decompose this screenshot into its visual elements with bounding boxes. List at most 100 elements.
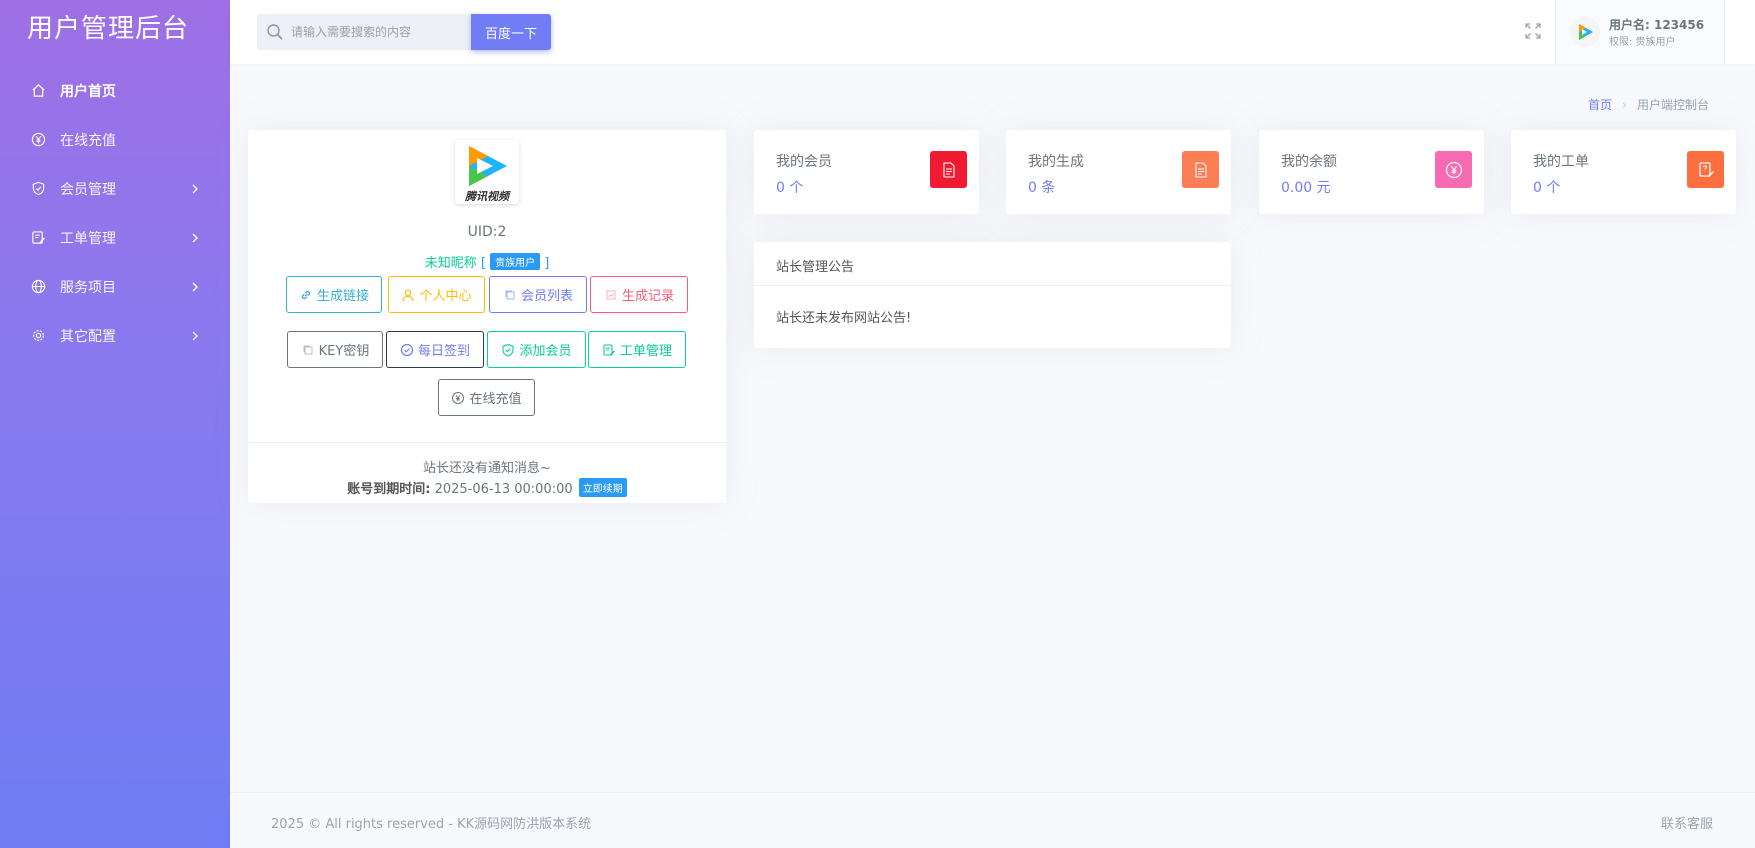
sidebar: 用户管理后台 用户首页 在线充值 会员管理 工单管理 服务项目 其它配置	[0, 0, 230, 848]
copy-icon	[301, 343, 315, 357]
key-secret-button[interactable]: KEY密钥	[287, 331, 383, 368]
footer: 2025 © All rights reserved - KK源码网防洪版本系统…	[230, 792, 1755, 848]
button-label: 工单管理	[619, 344, 672, 359]
sidebar-item-services[interactable]: 服务项目	[0, 262, 230, 311]
sidebar-item-members[interactable]: 会员管理	[0, 164, 230, 213]
breadcrumb-home[interactable]: 首页	[1588, 96, 1612, 113]
topbar: 百度一下 用户名: 123456 权限: 贵族用户	[230, 0, 1755, 64]
button-label: KEY密钥	[318, 344, 370, 359]
sidebar-item-label: 在线充值	[60, 132, 116, 149]
search-input[interactable]	[291, 14, 466, 50]
chevron-right-icon	[190, 184, 200, 194]
fullscreen-icon[interactable]	[1524, 22, 1542, 40]
bracket-close: ]	[544, 256, 550, 271]
announcement-title: 站长管理公告	[776, 260, 855, 275]
user-name: 用户名: 123456	[1609, 18, 1705, 32]
search-box	[257, 14, 472, 50]
sidebar-item-label: 会员管理	[60, 181, 116, 198]
copyright-text: 2025 © All rights reserved - KK源码网防洪版本系统	[271, 817, 592, 832]
role-badge: 贵族用户	[490, 253, 541, 270]
nickname: 未知昵称	[424, 256, 477, 271]
home-icon	[30, 83, 46, 99]
user-menu[interactable]: 用户名: 123456 权限: 贵族用户	[1555, 0, 1725, 64]
stat-value: 0 个	[1533, 180, 1561, 196]
sidebar-item-settings[interactable]: 其它配置	[0, 311, 230, 360]
stat-title: 我的工单	[1533, 154, 1589, 170]
breadcrumb: 首页 › 用户端控制台	[1588, 96, 1709, 113]
document-icon	[1182, 151, 1219, 188]
sidebar-item-label: 工单管理	[60, 230, 116, 247]
app-title: 用户管理后台	[27, 14, 190, 44]
contact-support-link[interactable]: 联系客服	[1661, 813, 1713, 832]
profile-card: 腾讯视频 UID:2 未知昵称 [ 贵族用户 ] 生成链接 个人中心 会员列表 …	[248, 130, 726, 503]
generate-link-button[interactable]: 生成链接	[286, 276, 382, 313]
breadcrumb-current: 用户端控制台	[1636, 98, 1709, 112]
button-label: 个人中心	[419, 289, 472, 304]
add-member-button[interactable]: 添加会员	[487, 331, 586, 368]
shield-check-icon	[501, 343, 515, 357]
stat-card-members: 我的会员 0 个	[754, 130, 979, 214]
copy-icon	[503, 288, 517, 302]
sidebar-item-home[interactable]: 用户首页	[0, 66, 230, 115]
user-role: 权限: 贵族用户	[1609, 37, 1676, 48]
member-list-button[interactable]: 会员列表	[489, 276, 587, 313]
button-label: 生成记录	[621, 289, 674, 304]
stat-title: 我的会员	[776, 154, 832, 170]
announcement-body: 站长还未发布网站公告!	[776, 311, 912, 326]
expire-label: 账号到期时间:	[347, 482, 431, 497]
shield-check-icon	[30, 181, 46, 197]
bracket-open: [	[480, 256, 486, 271]
yen-circle-icon	[1435, 151, 1472, 188]
personal-center-button[interactable]: 个人中心	[388, 276, 485, 313]
button-label: 每日签到	[417, 344, 470, 359]
notice-message: 站长还没有通知消息~	[423, 461, 551, 476]
stat-title: 我的生成	[1028, 154, 1084, 170]
tencent-video-logo: 腾讯视频	[455, 140, 519, 204]
chevron-right-icon	[190, 282, 200, 292]
sidebar-item-label: 用户首页	[60, 83, 116, 100]
chevron-right-icon	[190, 331, 200, 341]
sidebar-item-recharge[interactable]: 在线充值	[0, 115, 230, 164]
chevron-right-icon	[190, 233, 200, 243]
generation-record-button[interactable]: 生成记录	[590, 276, 688, 313]
ticket-management-button[interactable]: 工单管理	[588, 331, 686, 368]
yen-circle-icon	[451, 391, 465, 405]
expire-line: 账号到期时间: 2025-06-13 00:00:00 立即续期	[248, 478, 726, 497]
stat-title: 我的余额	[1281, 154, 1337, 170]
stat-value: 0 个	[776, 180, 804, 196]
globe-icon	[30, 279, 46, 295]
announcement-card: 站长管理公告 站长还未发布网站公告!	[754, 242, 1231, 348]
chart-icon	[604, 288, 618, 302]
daily-checkin-button[interactable]: 每日签到	[386, 331, 484, 368]
user-uid: UID:2	[467, 224, 507, 240]
chevron-right-icon: ›	[1622, 97, 1627, 112]
button-label: 会员列表	[520, 289, 573, 304]
button-label: 生成链接	[316, 289, 369, 304]
sidebar-item-label: 其它配置	[60, 328, 116, 345]
svg-text:腾讯视频: 腾讯视频	[464, 190, 511, 203]
document-icon	[930, 151, 967, 188]
stat-card-generations: 我的生成 0 条	[1006, 130, 1231, 214]
nickname-line: 未知昵称 [ 贵族用户 ]	[248, 252, 726, 271]
stat-value: 0.00 元	[1281, 180, 1331, 196]
link-icon	[299, 288, 313, 302]
user-icon	[401, 288, 415, 302]
ticket-edit-icon	[602, 343, 616, 357]
divider	[248, 442, 726, 443]
ticket-edit-icon	[30, 230, 46, 246]
sidebar-menu: 用户首页 在线充值 会员管理 工单管理 服务项目 其它配置	[0, 66, 230, 360]
settings-gear-icon	[30, 328, 46, 344]
button-label: 在线充值	[469, 392, 522, 407]
stat-card-balance: 我的余额 0.00 元	[1259, 130, 1484, 214]
stat-card-tickets: 我的工单 0 个	[1511, 130, 1736, 214]
search-button[interactable]: 百度一下	[471, 14, 551, 50]
divider	[754, 285, 1231, 286]
online-recharge-button[interactable]: 在线充值	[438, 379, 535, 416]
ticket-edit-icon	[1687, 151, 1724, 188]
sidebar-item-label: 服务项目	[60, 279, 116, 296]
yen-circle-icon	[30, 132, 46, 148]
renew-button[interactable]: 立即续期	[578, 478, 627, 497]
check-circle-icon	[400, 343, 414, 357]
search-icon	[266, 23, 284, 41]
sidebar-item-tickets[interactable]: 工单管理	[0, 213, 230, 262]
